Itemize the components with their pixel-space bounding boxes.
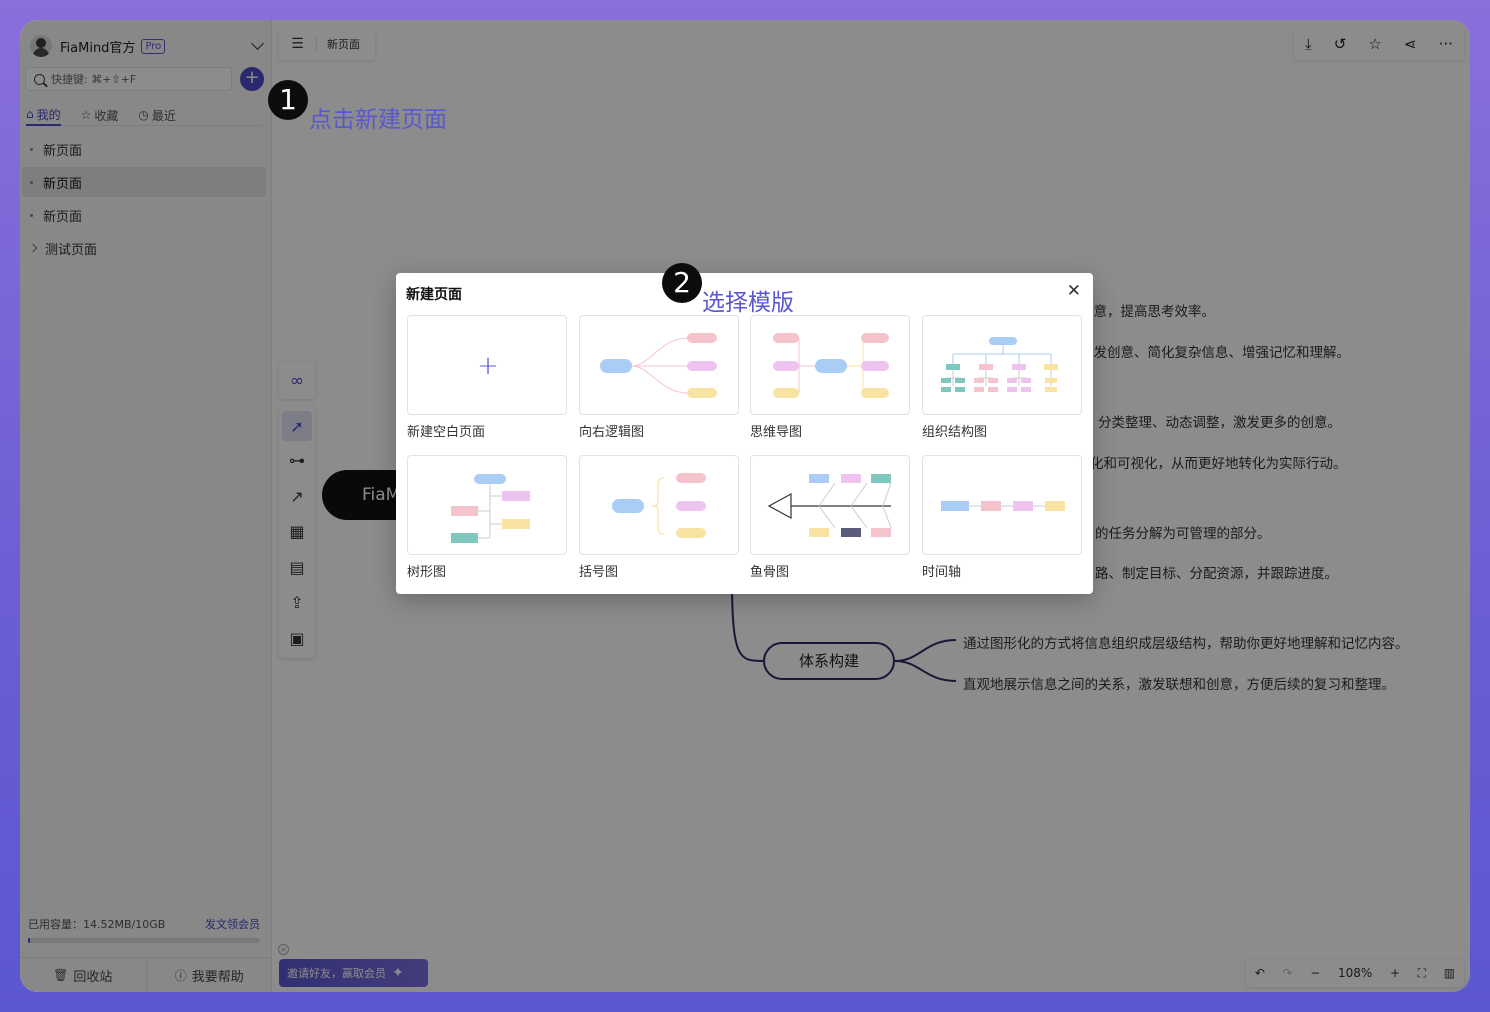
template-thumbnail[interactable]: [579, 315, 739, 415]
app-window: FiaMind官方 Pro 快捷键: ⌘+⇧+F + ⌂ 我的 ☆ 收藏 ◷ 最…: [20, 20, 1470, 992]
template-fishbone[interactable]: 鱼骨图: [750, 455, 910, 580]
plus-icon: +: [477, 351, 499, 381]
fishbone-chart-icon: [767, 474, 892, 537]
template-blank[interactable]: + 新建空白页面: [407, 315, 567, 440]
template-label: 时间轴: [922, 565, 962, 580]
step-annotation: 选择模版: [702, 290, 794, 316]
step-badge: 1: [268, 80, 308, 120]
template-label: 向右逻辑图: [579, 425, 645, 440]
template-thumbnail[interactable]: [750, 455, 910, 555]
org-chart-icon: [941, 337, 1058, 392]
template-label: 组织结构图: [922, 425, 988, 440]
template-label: 树形图: [407, 565, 447, 580]
bracket-chart-icon: [612, 473, 706, 538]
template-thumbnail[interactable]: [579, 455, 739, 555]
mindmap-icon: [773, 333, 889, 398]
template-thumbnail[interactable]: [407, 455, 567, 555]
step-badge: 2: [662, 263, 702, 303]
template-org-chart[interactable]: 组织结构图: [922, 315, 1082, 440]
template-bracket[interactable]: 括号图: [579, 455, 739, 580]
template-tree[interactable]: 树形图: [407, 455, 567, 580]
template-thumbnail[interactable]: [922, 455, 1082, 555]
timeline-chart-icon: [941, 501, 1065, 511]
dialog-title: 新建页面: [406, 287, 462, 303]
template-label: 思维导图: [750, 425, 803, 440]
close-icon[interactable]: ✕: [1067, 281, 1081, 301]
template-label: 括号图: [579, 565, 619, 580]
new-page-dialog: 新建页面 ✕ + 新建空白页面 向右逻辑图 思维导图 组织结构图 树形图 括号图…: [396, 273, 1093, 594]
template-label: 鱼骨图: [750, 565, 790, 580]
template-thumbnail[interactable]: [922, 315, 1082, 415]
step-annotation: 点击新建页面: [309, 107, 447, 133]
template-timeline[interactable]: 时间轴: [922, 455, 1082, 580]
template-label: 新建空白页面: [407, 425, 486, 440]
template-thumbnail[interactable]: +: [407, 315, 567, 415]
template-logic-right[interactable]: 向右逻辑图: [579, 315, 739, 440]
logic-chart-icon: [600, 333, 717, 398]
tree-chart-icon: [451, 474, 530, 543]
template-mindmap[interactable]: 思维导图: [750, 315, 910, 440]
template-thumbnail[interactable]: [750, 315, 910, 415]
